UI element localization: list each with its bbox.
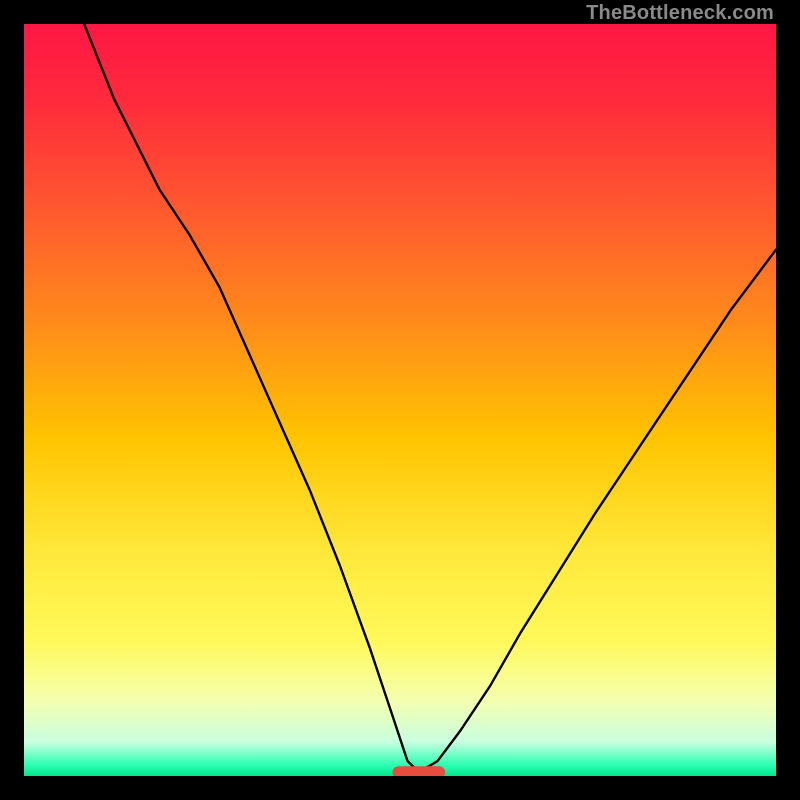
bottleneck-chart	[24, 24, 776, 776]
gradient-background	[24, 24, 776, 776]
watermark-text: TheBottleneck.com	[586, 2, 774, 25]
chart-frame	[24, 24, 776, 776]
optimum-marker	[393, 766, 446, 776]
